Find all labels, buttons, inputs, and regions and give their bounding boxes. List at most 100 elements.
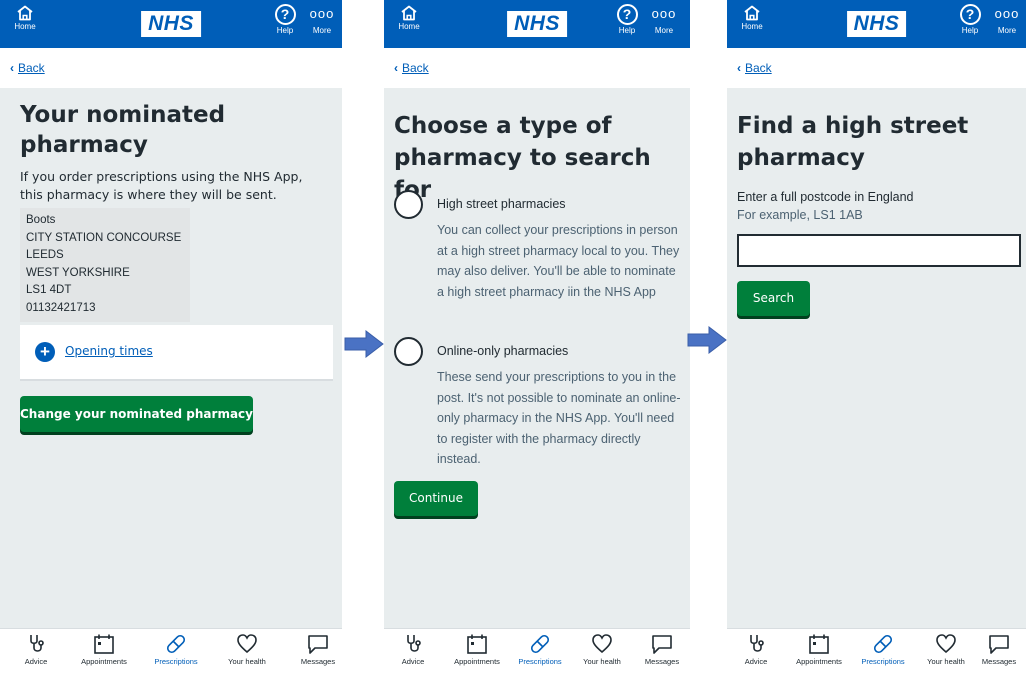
more-button[interactable]: ooo More bbox=[991, 4, 1023, 35]
nav-item-advice[interactable]: Advice bbox=[1, 633, 71, 666]
nhs-logo: NHS bbox=[507, 11, 567, 37]
nav-item-prescriptions[interactable]: Prescriptions bbox=[848, 633, 918, 666]
more-icon: ooo bbox=[309, 6, 335, 21]
nav-item-appointments[interactable]: Appointments bbox=[784, 633, 854, 666]
flow-arrow-icon bbox=[344, 330, 384, 358]
nav-item-prescriptions[interactable]: Prescriptions bbox=[141, 633, 211, 666]
nav-label: Messages bbox=[644, 657, 680, 666]
page-title: Find a high street pharmacy bbox=[737, 113, 969, 171]
postcode-hint: For example, LS1 1AB bbox=[737, 208, 863, 222]
radio-hint-online-only: These send your prescriptions to you in … bbox=[437, 370, 681, 466]
radio-label-online-only: Online-only pharmacies bbox=[437, 344, 569, 358]
nav-item-messages[interactable]: Messages bbox=[627, 633, 690, 666]
screen-nominated-pharmacy: Home NHS ? Help ooo More ‹ Back Your nomi… bbox=[0, 0, 342, 676]
help-label: Help bbox=[618, 26, 636, 35]
address-line: LEEDS bbox=[26, 249, 64, 262]
opening-times-link[interactable]: Opening times bbox=[65, 344, 153, 358]
nav-item-appointments[interactable]: Appointments bbox=[69, 633, 139, 666]
back-link[interactable]: ‹ Back bbox=[737, 61, 772, 75]
message-icon bbox=[308, 635, 328, 654]
plus-icon: + bbox=[35, 342, 55, 362]
postcode-label: Enter a full postcode in England bbox=[737, 190, 914, 204]
nav-item-advice[interactable]: Advice bbox=[727, 633, 791, 666]
home-icon bbox=[401, 5, 417, 21]
radio-label-high-street: High street pharmacies bbox=[437, 197, 566, 211]
home-label: Home bbox=[741, 22, 763, 31]
address-line: WEST YORKSHIRE bbox=[26, 266, 130, 279]
chevron-left-icon: ‹ bbox=[737, 61, 741, 75]
calendar-icon bbox=[467, 634, 487, 654]
home-button[interactable]: Home bbox=[735, 5, 769, 31]
home-label: Home bbox=[14, 22, 36, 31]
stethoscope-icon bbox=[407, 635, 421, 652]
chevron-left-icon: ‹ bbox=[10, 61, 14, 75]
chevron-left-icon: ‹ bbox=[394, 61, 398, 75]
nhs-logo: NHS bbox=[141, 11, 201, 37]
opening-times-expander[interactable]: + Opening times bbox=[20, 325, 333, 381]
top-header: Home NHS ? Help ooo More bbox=[384, 0, 690, 48]
pharmacy-address: Boots CITY STATION CONCOURSE LEEDS WEST … bbox=[20, 208, 190, 322]
heart-icon bbox=[237, 634, 257, 654]
phone-number: 01132421713 bbox=[26, 301, 96, 314]
nav-item-messages[interactable]: Messages bbox=[964, 633, 1026, 666]
more-button[interactable]: ooo More bbox=[648, 4, 680, 35]
nav-item-prescriptions[interactable]: Prescriptions bbox=[505, 633, 575, 666]
nav-item-advice[interactable]: Advice bbox=[384, 633, 448, 666]
page-title: Choose a type of pharmacy to search for bbox=[394, 113, 651, 203]
help-icon: ? bbox=[959, 4, 981, 25]
nav-label: Prescriptions bbox=[518, 657, 562, 666]
nhs-logo: NHS bbox=[846, 11, 907, 37]
nav-label: Prescriptions bbox=[154, 657, 198, 666]
screen-find-pharmacy: Home NHS ? Help ooo More ‹ Back Find a hi… bbox=[727, 0, 1026, 676]
back-link[interactable]: ‹ Back bbox=[394, 61, 429, 75]
radio-high-street[interactable] bbox=[394, 190, 423, 219]
help-icon: ? bbox=[616, 4, 638, 25]
back-row: ‹ Back bbox=[384, 48, 690, 88]
help-button[interactable]: ? Help bbox=[612, 4, 642, 35]
nav-label: Messages bbox=[981, 657, 1017, 666]
nav-item-your-health[interactable]: Your health bbox=[212, 633, 282, 666]
radio-online-only[interactable] bbox=[394, 337, 423, 366]
home-button[interactable]: Home bbox=[392, 5, 426, 31]
postcode-input[interactable] bbox=[737, 234, 1021, 267]
more-icon: ooo bbox=[994, 6, 1020, 21]
bottom-nav: Advice Appointments Prescriptions Your h… bbox=[384, 628, 690, 676]
top-header: Home NHS ? Help ooo More bbox=[727, 0, 1026, 48]
heart-icon bbox=[936, 634, 956, 654]
nav-label: Advice bbox=[401, 657, 425, 666]
flow-arrow-icon bbox=[687, 326, 727, 354]
nav-item-messages[interactable]: Messages bbox=[283, 633, 342, 666]
nav-label: Your health bbox=[228, 657, 266, 666]
more-icon: ooo bbox=[651, 6, 677, 21]
stethoscope-icon bbox=[750, 635, 764, 652]
continue-button[interactable]: Continue bbox=[394, 481, 478, 516]
back-label: Back bbox=[18, 61, 45, 75]
help-button[interactable]: ? Help bbox=[270, 4, 300, 35]
nav-item-appointments[interactable]: Appointments bbox=[442, 633, 512, 666]
back-label: Back bbox=[402, 61, 429, 75]
home-button[interactable]: Home bbox=[8, 5, 42, 31]
help-label: Help bbox=[961, 26, 979, 35]
more-label: More bbox=[654, 26, 674, 35]
change-pharmacy-button[interactable]: Change your nominated pharmacy bbox=[20, 396, 253, 432]
help-button[interactable]: ? Help bbox=[955, 4, 985, 35]
nav-label: Appointments bbox=[81, 657, 127, 666]
back-row: ‹ Back bbox=[0, 48, 342, 88]
search-button[interactable]: Search bbox=[737, 281, 810, 316]
main-content: Your nominated pharmacy If you order pre… bbox=[0, 88, 342, 628]
nav-label: Advice bbox=[744, 657, 768, 666]
pill-icon bbox=[166, 634, 186, 654]
pill-icon bbox=[530, 634, 550, 654]
address-line: Boots bbox=[26, 214, 56, 226]
back-link[interactable]: ‹ Back bbox=[10, 61, 45, 75]
message-icon bbox=[652, 635, 672, 654]
more-button[interactable]: ooo More bbox=[306, 4, 338, 35]
nav-label: Appointments bbox=[796, 657, 842, 666]
back-label: Back bbox=[745, 61, 772, 75]
screen-choose-pharmacy-type: Home NHS ? Help ooo More ‹ Back Choose a … bbox=[384, 0, 690, 676]
nav-label: Prescriptions bbox=[861, 657, 905, 666]
more-label: More bbox=[312, 26, 332, 35]
nav-label: Messages bbox=[300, 657, 336, 666]
message-icon bbox=[989, 635, 1009, 654]
nav-label: Advice bbox=[24, 657, 48, 666]
